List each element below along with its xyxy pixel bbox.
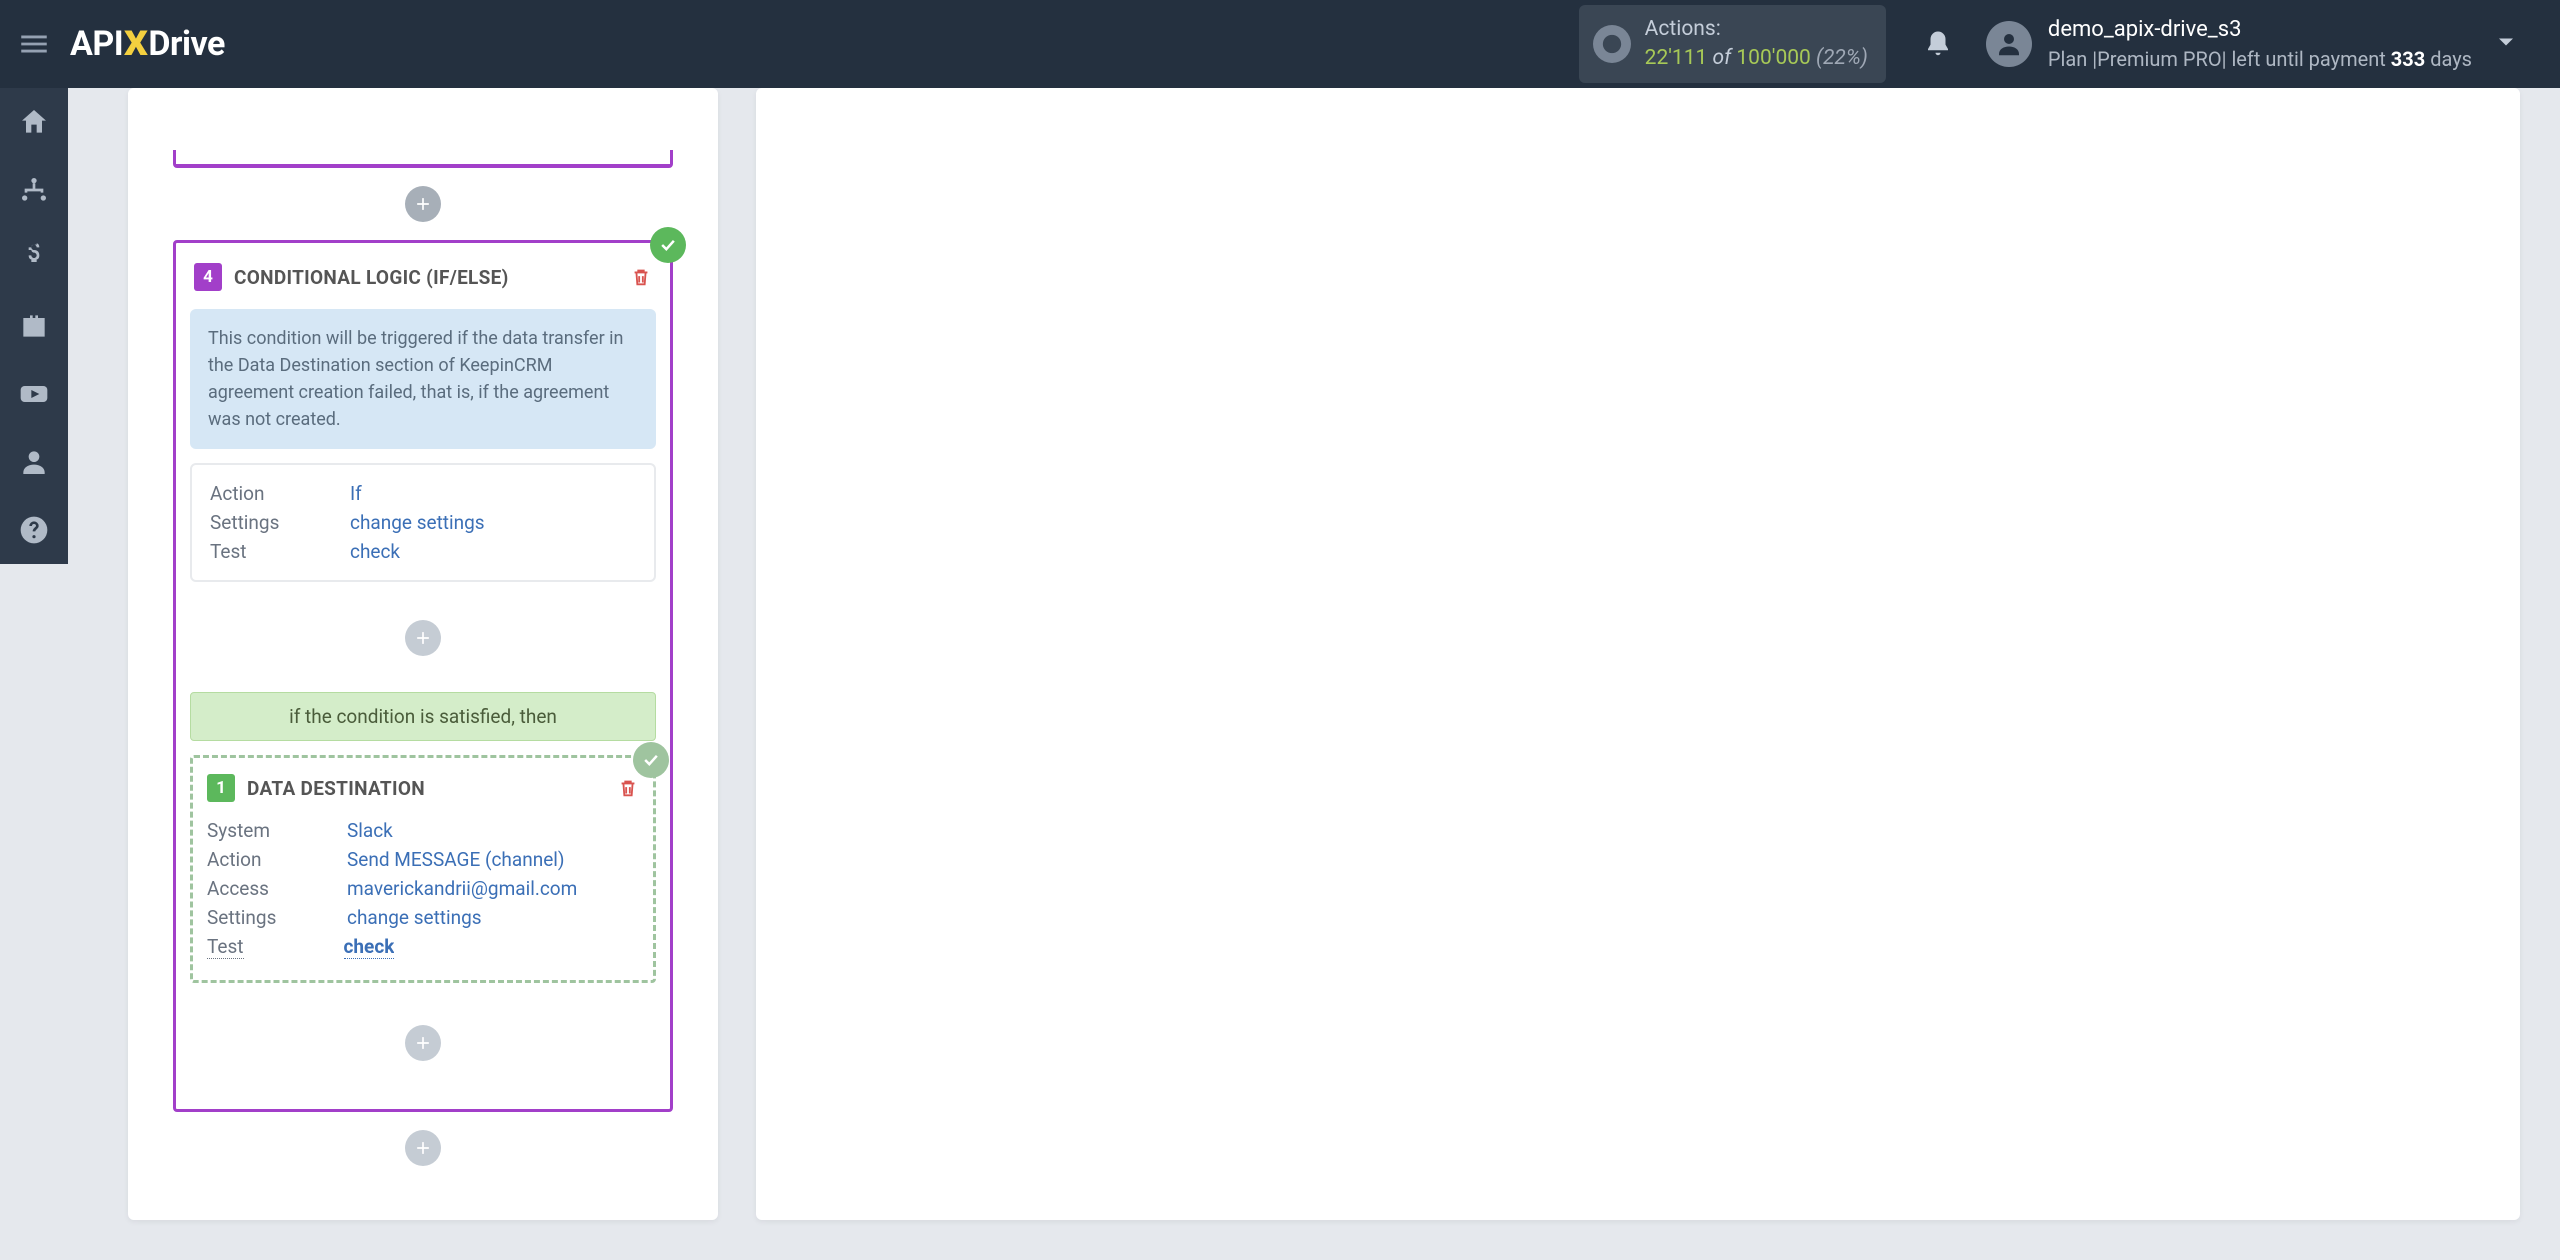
actions-of: of bbox=[1707, 46, 1736, 70]
nav-connections[interactable] bbox=[0, 156, 68, 224]
nested-settings-link[interactable]: change settings bbox=[347, 906, 482, 929]
add-nested-step-button[interactable] bbox=[405, 1025, 441, 1061]
add-step-button[interactable] bbox=[405, 186, 441, 222]
access-value[interactable]: maverickandrii@gmail.com bbox=[347, 877, 577, 900]
step-number-4: 4 bbox=[194, 263, 222, 291]
status-success-icon bbox=[650, 227, 686, 263]
nested-action-label: Action bbox=[207, 848, 347, 871]
card-title: CONDITIONAL LOGIC (IF/ELSE) bbox=[234, 266, 630, 289]
row-access: Access maverickandrii@gmail.com bbox=[207, 874, 639, 903]
nested-status-icon bbox=[633, 742, 669, 778]
nav-account[interactable] bbox=[0, 428, 68, 496]
nav-briefcase[interactable] bbox=[0, 292, 68, 360]
actions-used: 22'111 bbox=[1645, 46, 1708, 70]
nav-billing[interactable] bbox=[0, 224, 68, 292]
left-rail bbox=[0, 88, 68, 564]
plan-days: 333 bbox=[2391, 47, 2425, 71]
logo-text-right: Drive bbox=[148, 24, 224, 64]
system-value[interactable]: Slack bbox=[347, 819, 393, 842]
add-inner-step-button[interactable] bbox=[405, 620, 441, 656]
actions-text: Actions: 22'111 of 100'000 (22%) bbox=[1645, 15, 1868, 74]
workflow-column: 4 CONDITIONAL LOGIC (IF/ELSE) This condi… bbox=[128, 88, 718, 1220]
nav-home[interactable] bbox=[0, 88, 68, 156]
nested-test-label: Test bbox=[207, 935, 244, 959]
row-action: Action If bbox=[210, 479, 636, 508]
actions-pct: (22%) bbox=[1811, 46, 1868, 70]
nested-action-value[interactable]: Send MESSAGE (channel) bbox=[347, 848, 565, 871]
branch-label: if the condition is satisfied, then bbox=[190, 692, 656, 741]
top-bar: API X Drive Actions: 22'111 of 100'000 (… bbox=[0, 0, 2560, 88]
actions-total: 100'000 bbox=[1736, 46, 1810, 70]
delete-nested-button[interactable] bbox=[617, 776, 639, 800]
previous-step-card[interactable] bbox=[173, 150, 673, 168]
row-nested-action: Action Send MESSAGE (channel) bbox=[207, 845, 639, 874]
nested-title: DATA DESTINATION bbox=[247, 777, 617, 800]
card-header: 4 CONDITIONAL LOGIC (IF/ELSE) bbox=[176, 243, 670, 305]
row-nested-test: Test check bbox=[207, 932, 639, 962]
add-step-after-button[interactable] bbox=[405, 1130, 441, 1166]
nested-settings-label: Settings bbox=[207, 906, 347, 929]
notifications-button[interactable] bbox=[1916, 29, 1960, 59]
access-label: Access bbox=[207, 877, 347, 900]
test-link[interactable]: check bbox=[350, 540, 400, 563]
user-info: demo_apix-drive_s3 Plan |Premium PRO| le… bbox=[2048, 15, 2472, 74]
main-area: 4 CONDITIONAL LOGIC (IF/ELSE) This condi… bbox=[68, 88, 2560, 1260]
condition-description: This condition will be triggered if the … bbox=[190, 309, 656, 449]
nested-test-link[interactable]: check bbox=[344, 935, 395, 959]
plan-suffix: days bbox=[2425, 47, 2472, 71]
nav-video[interactable] bbox=[0, 360, 68, 428]
actions-usage-box[interactable]: Actions: 22'111 of 100'000 (22%) bbox=[1579, 5, 1886, 84]
data-destination-card: 1 DATA DESTINATION System Slack Action S… bbox=[190, 755, 656, 983]
nested-header: 1 DATA DESTINATION bbox=[193, 758, 653, 812]
nav-help[interactable] bbox=[0, 496, 68, 564]
row-test: Test check bbox=[210, 537, 636, 566]
logo-text-x: X bbox=[124, 24, 147, 64]
info-icon bbox=[1593, 25, 1631, 63]
actions-label: Actions: bbox=[1645, 15, 1868, 44]
row-system: System Slack bbox=[207, 816, 639, 845]
test-label: Test bbox=[210, 540, 350, 563]
settings-link[interactable]: change settings bbox=[350, 511, 485, 534]
expand-user-menu[interactable] bbox=[2492, 28, 2520, 60]
logo-text-left: API bbox=[70, 24, 123, 64]
row-nested-settings: Settings change settings bbox=[207, 903, 639, 932]
user-block[interactable]: demo_apix-drive_s3 Plan |Premium PRO| le… bbox=[1986, 15, 2472, 74]
logo[interactable]: API X Drive bbox=[70, 24, 225, 64]
system-label: System bbox=[207, 819, 347, 842]
menu-button[interactable] bbox=[0, 0, 68, 88]
conditional-logic-card: 4 CONDITIONAL LOGIC (IF/ELSE) This condi… bbox=[173, 240, 673, 1112]
avatar-icon bbox=[1986, 21, 2032, 67]
row-settings: Settings change settings bbox=[210, 508, 636, 537]
delete-step-button[interactable] bbox=[630, 265, 652, 289]
condition-settings: Action If Settings change settings Test … bbox=[190, 463, 656, 582]
plan-prefix: Plan |Premium PRO| left until payment bbox=[2048, 47, 2391, 71]
settings-label: Settings bbox=[210, 511, 350, 534]
nested-step-number: 1 bbox=[207, 774, 235, 802]
user-name: demo_apix-drive_s3 bbox=[2048, 15, 2472, 46]
action-label: Action bbox=[210, 482, 350, 505]
action-value[interactable]: If bbox=[350, 482, 362, 505]
detail-panel bbox=[756, 88, 2520, 1220]
nested-body: System Slack Action Send MESSAGE (channe… bbox=[193, 812, 653, 976]
